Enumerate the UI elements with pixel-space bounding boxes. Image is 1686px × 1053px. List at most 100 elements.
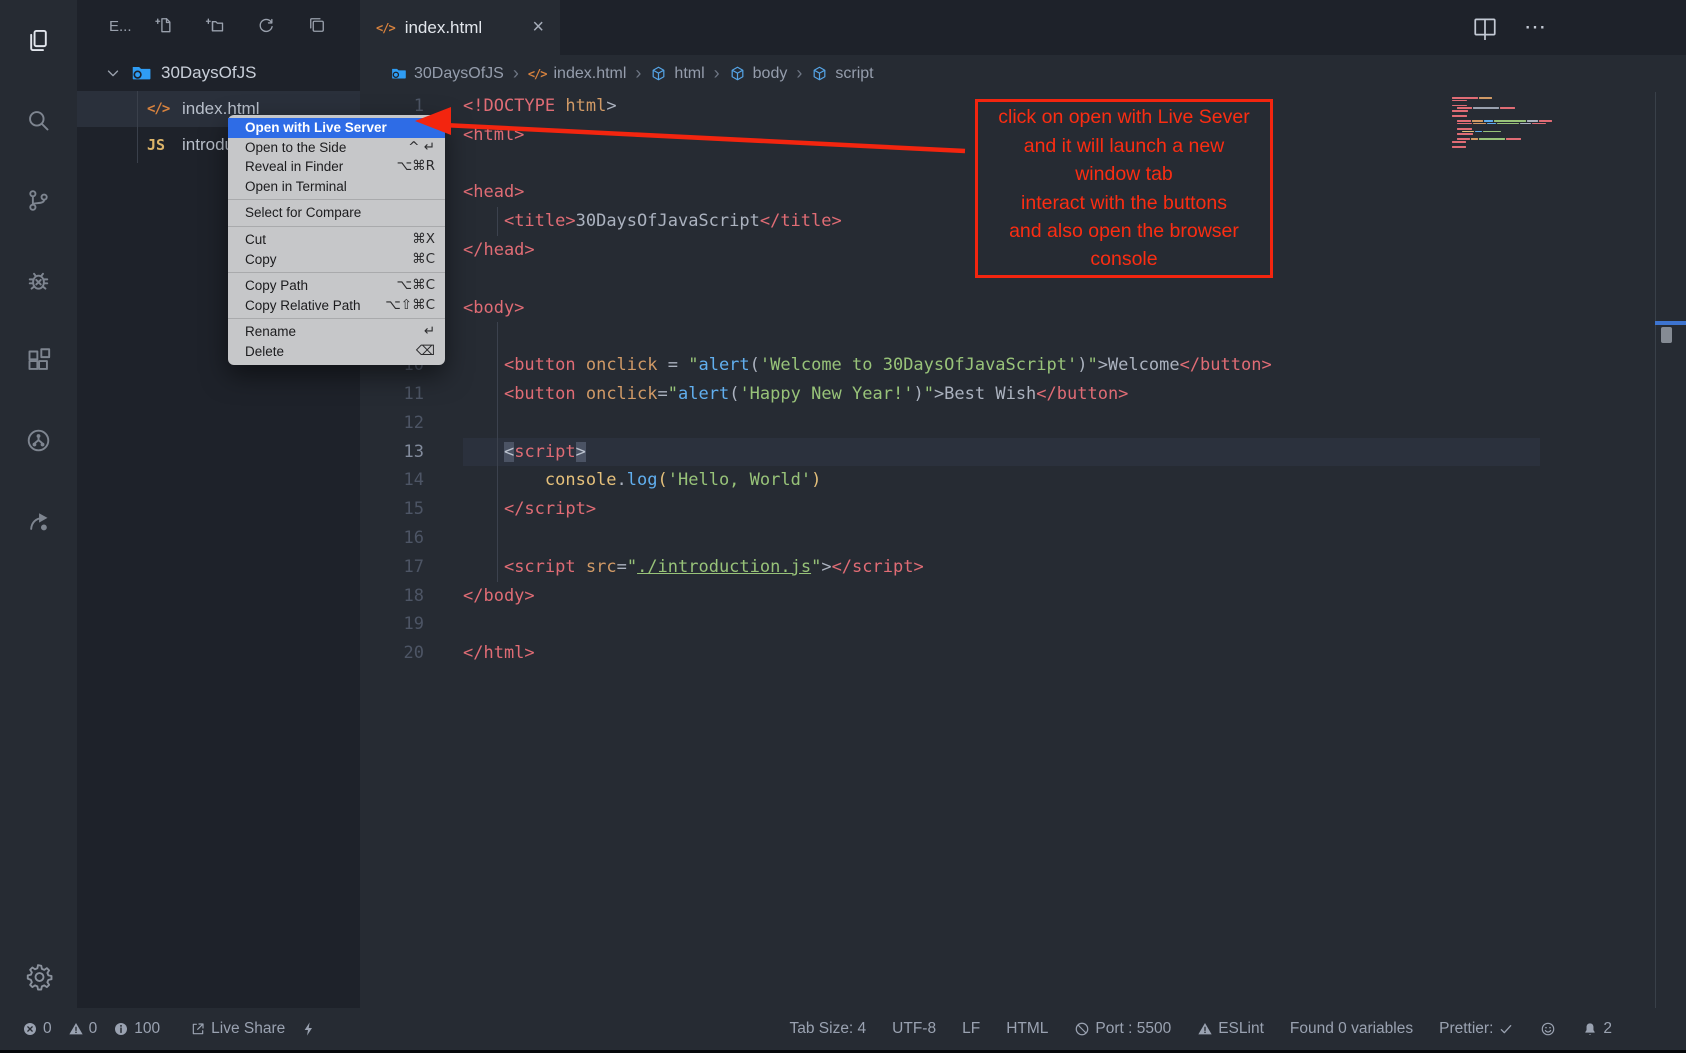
menu-item-label: Open with Live Server (245, 118, 387, 138)
code-line-19[interactable]: 19 (360, 610, 1686, 639)
menu-item-open-to-the-side[interactable]: Open to the Side^ ↵ (228, 138, 445, 158)
prettier-[interactable]: Prettier: (1439, 1020, 1514, 1038)
menu-item-copy-path[interactable]: Copy Path⌥⌘C (228, 276, 445, 296)
menu-item-reveal-in-finder[interactable]: Reveal in Finder⌥⌘R (228, 157, 445, 177)
line-number: 15 (360, 495, 424, 524)
code-line-9[interactable]: 9 (360, 322, 1686, 351)
lightning-icon[interactable] (301, 1021, 317, 1037)
status-text: Prettier: (1439, 1020, 1493, 1038)
code-text: <button onclick = "alert('Welcome to 30D… (463, 351, 1272, 380)
minimap-line (1452, 118, 1552, 120)
extensions-icon[interactable] (0, 320, 77, 400)
menu-item-copy-relative-path[interactable]: Copy Relative Path⌥⇧⌘C (228, 296, 445, 316)
found-0-variables[interactable]: Found 0 variables (1290, 1020, 1413, 1038)
minimap-line (1452, 100, 1552, 102)
minimap-line (1457, 128, 1552, 130)
menu-item-open-with-live-server[interactable]: Open with Live Server (228, 118, 445, 138)
line-number: 20 (360, 639, 424, 668)
menu-item-label: Reveal in Finder (245, 157, 343, 177)
html[interactable]: HTML (1006, 1020, 1048, 1038)
error-icon (22, 1021, 38, 1037)
tab-size-4[interactable]: Tab Size: 4 (789, 1020, 866, 1038)
debug-icon[interactable] (0, 240, 77, 320)
breadcrumb-script[interactable]: script (811, 65, 873, 83)
tree-folder-30daysofjs[interactable]: 30DaysOfJS (77, 55, 360, 91)
menu-item-label: Copy (245, 250, 277, 270)
status-text: ESLint (1218, 1020, 1264, 1038)
menu-item-delete[interactable]: Delete⌫ (228, 342, 445, 362)
minimap-line (1452, 125, 1552, 127)
status-right: Tab Size: 4 UTF-8 LF HTML Port : 5500 ESLint F… (789, 1020, 1612, 1038)
new-file-icon[interactable] (154, 15, 174, 40)
circle-branch-icon[interactable] (0, 400, 77, 480)
files-icon[interactable] (0, 0, 77, 80)
share-arrow-icon[interactable] (0, 480, 77, 560)
new-folder-icon[interactable] (205, 15, 225, 40)
line-number: 19 (360, 610, 424, 639)
overview-ruler-selection-marker (1655, 321, 1686, 325)
code-line-18[interactable]: 18</body> (360, 582, 1686, 611)
status-text: Port : 5500 (1095, 1020, 1171, 1038)
code-line-20[interactable]: 20</html> (360, 639, 1686, 668)
menu-item-rename[interactable]: Rename ↵ (228, 322, 445, 342)
status-text: LF (962, 1020, 980, 1038)
code-line-8[interactable]: 8<body> (360, 294, 1686, 323)
refresh-icon[interactable] (256, 15, 276, 40)
menu-item-label: Copy Path (245, 276, 308, 296)
gear-icon[interactable] (0, 962, 77, 992)
breadcrumb-30DaysOfJS[interactable]: 30DaysOfJS (390, 65, 504, 83)
cube-icon (650, 65, 667, 82)
error-icon[interactable]: 0 (22, 1020, 52, 1038)
chevron-down-icon (104, 64, 122, 82)
split-editor-icon[interactable] (1472, 14, 1498, 45)
sidebar-actions (154, 15, 327, 40)
status-text: Live Share (211, 1020, 285, 1038)
code-line-13[interactable]: 13 <script> (360, 438, 1686, 467)
code-line-10[interactable]: 10 <button onclick = "alert('Welcome to … (360, 351, 1686, 380)
menu-shortcut: ↵ (424, 322, 435, 342)
menu-item-open-in-terminal[interactable]: Open in Terminal (228, 177, 445, 197)
breadcrumb-label: 30DaysOfJS (414, 65, 504, 83)
more-actions-icon[interactable]: ⋯ (1524, 14, 1547, 40)
annotation-box: click on open with Live Severand it will… (975, 99, 1273, 278)
code-line-14[interactable]: 14 console.log('Hello, World') (360, 466, 1686, 495)
lf[interactable]: LF (962, 1020, 980, 1038)
menu-item-select-for-compare[interactable]: Select for Compare (228, 203, 445, 223)
utf-8[interactable]: UTF-8 (892, 1020, 936, 1038)
status-text: 0 (89, 1020, 98, 1038)
slash-circle-icon[interactable]: Port : 5500 (1074, 1020, 1171, 1038)
code-line-15[interactable]: 15 </script> (360, 495, 1686, 524)
live-share-icon[interactable]: Live Share (190, 1020, 285, 1038)
minimap[interactable] (1452, 97, 1552, 149)
code-line-16[interactable]: 16 (360, 524, 1686, 553)
breadcrumb-html[interactable]: html (650, 65, 704, 83)
close-icon[interactable]: × (532, 16, 544, 39)
warning-icon[interactable]: ESLint (1197, 1020, 1264, 1038)
search-icon[interactable] (0, 80, 77, 160)
source-control-icon[interactable] (0, 160, 77, 240)
breadcrumb-label: body (753, 65, 788, 83)
code-line-12[interactable]: 12 (360, 409, 1686, 438)
live-share-icon (190, 1021, 206, 1037)
minimap-line (1452, 115, 1552, 117)
minimap-line (1452, 143, 1552, 145)
menu-item-label: Delete (245, 342, 284, 362)
code-line-17[interactable]: 17 <script src="./introduction.js"></scr… (360, 553, 1686, 582)
status-left: 0 0 100 Live Share (22, 1020, 317, 1038)
menu-item-copy[interactable]: Copy⌘C (228, 250, 445, 270)
code-text: </head> (463, 236, 535, 265)
warning-icon[interactable]: 0 (68, 1020, 98, 1038)
bell-icon[interactable]: 2 (1582, 1020, 1612, 1038)
tab-index-html[interactable]: </> index.html × (360, 0, 560, 55)
menu-item-cut[interactable]: Cut⌘X (228, 230, 445, 250)
code-line-11[interactable]: 11 <button onclick="alert('Happy New Yea… (360, 380, 1686, 409)
collapse-all-icon[interactable] (307, 15, 327, 40)
menu-item-label: Rename (245, 322, 296, 342)
menu-separator (228, 199, 445, 200)
breadcrumb-body[interactable]: body (729, 65, 788, 83)
smiley-icon (1540, 1021, 1556, 1037)
info-icon[interactable]: 100 (113, 1020, 160, 1038)
smiley-icon[interactable] (1540, 1021, 1556, 1037)
breadcrumb-index-html[interactable]: </>index.html (528, 65, 627, 83)
scrollbar-thumb[interactable] (1661, 327, 1672, 343)
